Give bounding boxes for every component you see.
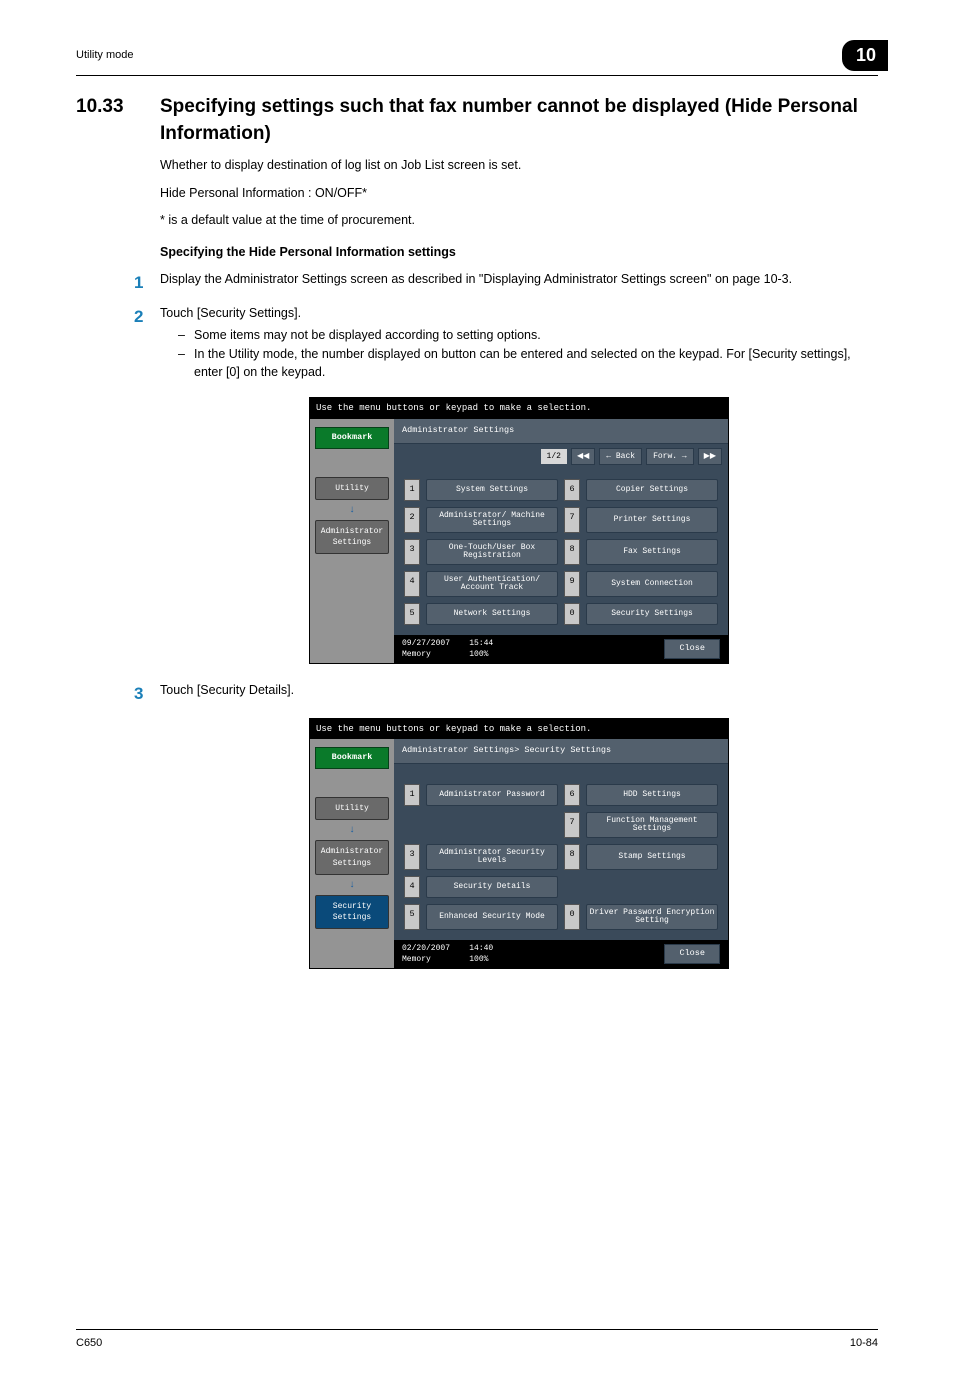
system-settings-button[interactable]: System Settings <box>426 479 558 501</box>
subheading: Specifying the Hide Personal Information… <box>160 244 878 262</box>
header-divider <box>76 75 878 76</box>
onetouch-userbox-button[interactable]: One-Touch/User Box Registration <box>426 539 558 565</box>
panel-breadcrumb: Administrator Settings> Security Setting… <box>394 739 728 764</box>
menu-key-7: 7 <box>564 812 580 838</box>
sidebar-admin-button[interactable]: Administrator Settings <box>315 840 389 874</box>
function-mgmt-button[interactable]: Function Management Settings <box>586 812 718 838</box>
stamp-settings-button[interactable]: Stamp Settings <box>586 844 718 870</box>
last-page-icon[interactable]: ▶▶ <box>698 448 722 465</box>
driver-password-button[interactable]: Driver Password Encryption Setting <box>586 904 718 930</box>
menu-key-1: 1 <box>404 479 420 501</box>
footer-time: 15:44 <box>469 639 493 648</box>
hdd-settings-button[interactable]: HDD Settings <box>586 784 718 806</box>
breadcrumb: Utility mode <box>76 48 133 63</box>
step-text-3: Touch [Security Details]. <box>160 682 294 700</box>
footer-memory-label: Memory <box>402 955 431 964</box>
intro-p2: Hide Personal Information : ON/OFF* <box>160 185 878 203</box>
footer-date: 09/27/2007 <box>402 639 450 648</box>
sidebar-security-button[interactable]: Security Settings <box>315 895 389 929</box>
step-text-2: Touch [Security Settings]. <box>160 305 878 323</box>
footer-memory-value: 100% <box>469 650 488 659</box>
menu-key-3: 3 <box>404 539 420 565</box>
intro-p1: Whether to display destination of log li… <box>160 157 878 175</box>
step2-sub1: Some items may not be displayed accordin… <box>194 327 541 345</box>
admin-machine-button[interactable]: Administrator/ Machine Settings <box>426 507 558 533</box>
system-connection-button[interactable]: System Connection <box>586 571 718 597</box>
footer-time: 14:40 <box>469 944 493 953</box>
menu-key-3: 3 <box>404 844 420 870</box>
menu-key-1: 1 <box>404 784 420 806</box>
admin-settings-screenshot: Use the menu buttons or keypad to make a… <box>309 397 729 664</box>
arrow-down-icon: ↓ <box>315 504 389 518</box>
printer-settings-button[interactable]: Printer Settings <box>586 507 718 533</box>
footer-memory-value: 100% <box>469 955 488 964</box>
bullet-dash: – <box>178 327 194 345</box>
close-button[interactable]: Close <box>664 944 720 964</box>
panel-breadcrumb: Administrator Settings <box>394 419 728 444</box>
security-settings-screenshot: Use the menu buttons or keypad to make a… <box>309 718 729 970</box>
chapter-number: 10 <box>842 40 888 71</box>
security-details-button[interactable]: Security Details <box>426 876 558 898</box>
menu-key-6: 6 <box>564 479 580 501</box>
forward-button[interactable]: Forw. → <box>646 448 694 465</box>
user-auth-button[interactable]: User Authentication/ Account Track <box>426 571 558 597</box>
menu-key-5: 5 <box>404 603 420 625</box>
panel-instruction: Use the menu buttons or keypad to make a… <box>310 719 728 740</box>
arrow-down-icon: ↓ <box>315 824 389 838</box>
step-text-1: Display the Administrator Settings scree… <box>160 271 792 289</box>
menu-key-8: 8 <box>564 539 580 565</box>
menu-key-6: 6 <box>564 784 580 806</box>
menu-key-4: 4 <box>404 571 420 597</box>
menu-key-8: 8 <box>564 844 580 870</box>
enhanced-security-button[interactable]: Enhanced Security Mode <box>426 904 558 930</box>
back-button[interactable]: ← Back <box>599 448 642 465</box>
menu-key-4: 4 <box>404 876 420 898</box>
admin-password-button[interactable]: Administrator Password <box>426 784 558 806</box>
menu-key-2: 2 <box>404 507 420 533</box>
step-number-2: 2 <box>134 305 160 329</box>
copier-settings-button[interactable]: Copier Settings <box>586 479 718 501</box>
fax-settings-button[interactable]: Fax Settings <box>586 539 718 565</box>
step-number-1: 1 <box>134 271 160 295</box>
panel-instruction: Use the menu buttons or keypad to make a… <box>310 398 728 419</box>
section-title: Specifying settings such that fax number… <box>160 94 878 147</box>
network-settings-button[interactable]: Network Settings <box>426 603 558 625</box>
intro-p3: * is a default value at the time of proc… <box>160 212 878 230</box>
section-number: 10.33 <box>76 94 160 121</box>
first-page-icon[interactable]: ◀◀ <box>571 448 595 465</box>
sidebar-admin-button[interactable]: Administrator Settings <box>315 520 389 554</box>
menu-key-7: 7 <box>564 507 580 533</box>
menu-key-5: 5 <box>404 904 420 930</box>
step-number-3: 3 <box>134 682 160 706</box>
security-settings-button[interactable]: Security Settings <box>586 603 718 625</box>
footer-date: 02/20/2007 <box>402 944 450 953</box>
arrow-down-icon: ↓ <box>315 879 389 893</box>
bookmark-tab[interactable]: Bookmark <box>315 427 389 449</box>
step2-sub2: In the Utility mode, the number displaye… <box>194 346 878 381</box>
sidebar-utility-button[interactable]: Utility <box>315 477 389 500</box>
close-button[interactable]: Close <box>664 639 720 659</box>
menu-key-0: 0 <box>564 904 580 930</box>
bullet-dash: – <box>178 346 194 381</box>
bookmark-tab[interactable]: Bookmark <box>315 747 389 769</box>
sidebar-utility-button[interactable]: Utility <box>315 797 389 820</box>
page-indicator: 1/2 <box>541 449 567 464</box>
admin-security-levels-button[interactable]: Administrator Security Levels <box>426 844 558 870</box>
footer-memory-label: Memory <box>402 650 431 659</box>
menu-key-9: 9 <box>564 571 580 597</box>
menu-key-0: 0 <box>564 603 580 625</box>
